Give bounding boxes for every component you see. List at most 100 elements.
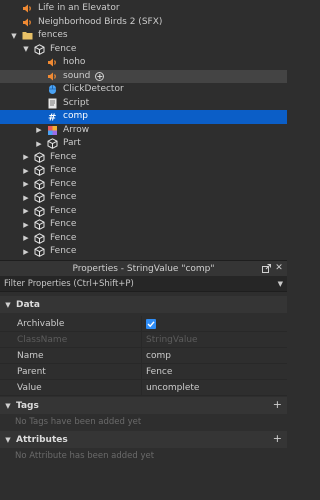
tree-item-label: Fence	[50, 192, 77, 203]
chevron-right-icon[interactable]: ▶	[22, 151, 30, 164]
property-value[interactable]: uncomplete	[142, 380, 199, 395]
tree-item[interactable]: ClickDetector	[0, 83, 287, 97]
close-icon[interactable]: ✕	[274, 263, 284, 273]
chevron-right-icon[interactable]: ▶	[22, 232, 30, 245]
archivable-checkbox[interactable]	[142, 316, 156, 331]
model-icon	[34, 205, 45, 217]
collapse-arrow-icon[interactable]: ▼	[0, 301, 16, 309]
string-value-icon: #	[47, 111, 58, 123]
tree-item[interactable]: # comp	[0, 110, 287, 124]
tree-item[interactable]: ▶ Arrow	[0, 124, 287, 138]
model-icon	[34, 219, 45, 231]
property-name: Parent	[0, 364, 142, 379]
property-row[interactable]: Name comp	[0, 348, 287, 364]
collapse-arrow-icon[interactable]: ▼	[0, 402, 16, 410]
sound-icon	[22, 17, 33, 28]
model-icon	[34, 232, 45, 244]
tree-item-label: Fence	[50, 43, 77, 54]
property-row[interactable]: Value uncomplete	[0, 380, 287, 396]
chevron-right-icon[interactable]: ▶	[22, 178, 30, 191]
collapse-arrow-icon[interactable]: ▼	[0, 436, 16, 444]
section-data[interactable]: ▼ Data	[0, 296, 287, 313]
explorer-panel: Life in an Elevator Neighborhood Birds 2 …	[0, 0, 287, 259]
section-attributes[interactable]: ▼ Attributes +	[0, 431, 287, 448]
property-value[interactable]: comp	[142, 348, 171, 363]
chevron-right-icon[interactable]: ▶	[35, 124, 43, 137]
checkmark-icon[interactable]	[146, 318, 156, 329]
tree-item[interactable]: Neighborhood Birds 2 (SFX)	[0, 16, 287, 30]
tree-item[interactable]: ▶ Fence	[0, 232, 287, 246]
section-data-title: Data	[16, 299, 40, 310]
tree-item[interactable]: ▶ Fence	[0, 245, 287, 259]
tree-item[interactable]: Life in an Elevator	[0, 2, 287, 16]
properties-panel: Properties - StringValue "comp" ✕ Filter…	[0, 260, 287, 500]
model-icon	[34, 43, 45, 55]
property-row[interactable]: Parent Fence	[0, 364, 287, 380]
folder-icon	[22, 30, 33, 41]
chevron-right-icon[interactable]: ▶	[22, 205, 30, 218]
properties-title: Properties - StringValue "comp"	[72, 263, 215, 274]
tree-item[interactable]: ▼ fences	[0, 29, 287, 43]
property-name: Archivable	[0, 316, 142, 331]
sound-icon	[47, 71, 58, 82]
tree-item-label: Neighborhood Birds 2 (SFX)	[38, 16, 163, 27]
tree-item-label: Fence	[50, 205, 77, 216]
chevron-right-icon[interactable]: ▶	[22, 245, 30, 258]
tree-item-label: Arrow	[63, 124, 90, 135]
chevron-down-icon[interactable]: ▼	[10, 29, 18, 42]
tree-item-label: Fence	[50, 151, 77, 162]
model-icon	[34, 165, 45, 177]
tree-item[interactable]: hoho	[0, 56, 287, 70]
tree-item[interactable]: ▼ Fence	[0, 43, 287, 57]
tree-item[interactable]: ▶ Fence	[0, 218, 287, 232]
tree-item-label: Fence	[50, 178, 77, 189]
property-name: ClassName	[0, 332, 142, 347]
model-icon	[34, 151, 45, 163]
union-icon	[47, 125, 58, 136]
tree-item[interactable]: sound +	[0, 69, 287, 83]
chevron-down-icon[interactable]: ▼	[278, 280, 283, 288]
tree-item[interactable]: ▶ Fence	[0, 151, 287, 165]
property-row[interactable]: Archivable	[0, 316, 287, 332]
property-value[interactable]: Fence	[142, 364, 172, 379]
chevron-right-icon[interactable]: ▶	[35, 137, 43, 150]
section-tags[interactable]: ▼ Tags +	[0, 397, 287, 414]
tree-item-label: Fence	[50, 246, 77, 257]
chevron-right-icon[interactable]: ▶	[22, 191, 30, 204]
tree-item[interactable]: ▶ Fence	[0, 178, 287, 192]
tree-item[interactable]: Script	[0, 97, 287, 111]
tree-item[interactable]: ▶ Fence	[0, 205, 287, 219]
tree-item[interactable]: ▶ Fence	[0, 164, 287, 178]
attributes-empty-note: No Attribute has been added yet	[15, 451, 155, 461]
filter-properties-input[interactable]: Filter Properties (Ctrl+Shift+P) ▼	[0, 276, 287, 292]
tree-item-label: fences	[38, 30, 68, 41]
property-value: StringValue	[146, 334, 198, 345]
tree-item[interactable]: ▶ Part	[0, 137, 287, 151]
tree-item-label: Fence	[50, 232, 77, 243]
sound-icon	[47, 57, 58, 68]
model-icon	[34, 246, 45, 258]
property-name: Name	[0, 348, 142, 363]
model-icon	[34, 192, 45, 204]
tree-item-label: sound	[63, 70, 91, 81]
tree-item-label: Part	[63, 138, 81, 149]
undock-icon[interactable]	[261, 263, 271, 273]
section-attributes-title: Attributes	[16, 434, 68, 445]
chevron-right-icon[interactable]: ▶	[22, 218, 30, 231]
chevron-down-icon[interactable]: ▼	[22, 43, 30, 56]
tree-item-label: Script	[63, 97, 90, 108]
insert-object-icon[interactable]: +	[95, 71, 105, 81]
add-tag-icon[interactable]: +	[273, 398, 282, 411]
svg-text:#: #	[48, 113, 56, 123]
model-icon	[34, 178, 45, 190]
chevron-right-icon[interactable]: ▶	[22, 164, 30, 177]
add-attribute-icon[interactable]: +	[273, 432, 282, 445]
tags-empty-note: No Tags have been added yet	[15, 417, 142, 427]
tree-item[interactable]: ▶ Fence	[0, 191, 287, 205]
